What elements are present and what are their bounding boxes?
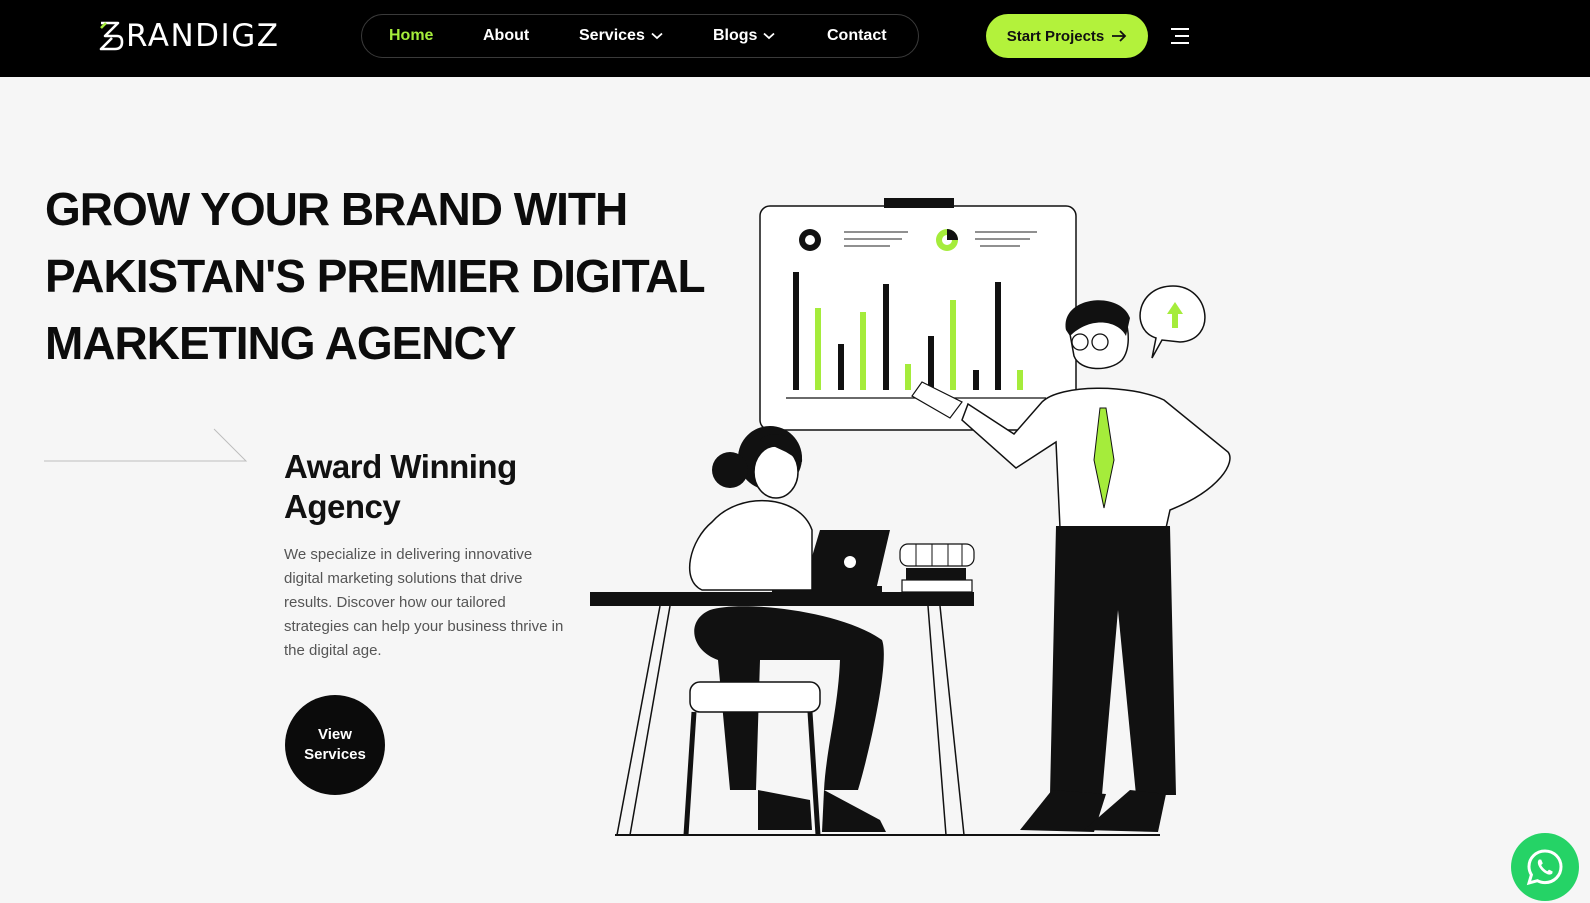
view-services-label-line-1: View [318,726,352,743]
nav-contact-label: Contact [827,27,887,44]
hero-illustration [590,198,1231,836]
start-projects-label: Start Projects [1006,27,1105,45]
nav-blogs-label: Blogs [713,27,758,44]
hamburger-menu-icon[interactable] [1170,27,1190,45]
brand-logo[interactable]: RANDIGZ [98,18,279,54]
nav-about-label: About [483,27,530,44]
award-heading-line-1: Award Winning [284,448,517,485]
speech-bubble-up-arrow-icon [1139,285,1206,359]
hero-description: We specialize in delivering innovative d… [284,546,564,659]
woman-at-laptop-illustration [683,426,886,836]
nav-about[interactable]: About [483,15,529,57]
award-heading-line-2: Agency [284,488,401,525]
chevron-down-icon [763,32,776,40]
main-nav: Home About Services Blogs Contact [361,14,919,58]
view-services-button[interactable]: View Services [285,695,385,795]
nav-contact[interactable]: Contact [827,15,887,57]
whatsapp-icon [1526,849,1563,886]
award-heading: Award Winning Agency [284,447,584,527]
arrow-right-icon [1112,30,1127,42]
nav-services-label: Services [579,27,645,44]
start-projects-button[interactable]: Start Projects [986,14,1148,58]
top-navigation-bar: RANDIGZ Home About Services Blogs Contac… [0,0,1590,77]
chevron-down-icon [651,32,663,40]
nav-blogs[interactable]: Blogs [713,15,776,57]
nav-home-label: Home [389,27,434,44]
view-services-label: View Services [304,725,366,765]
nav-home[interactable]: Home [389,15,433,57]
logo-mark-icon [99,21,124,51]
view-services-label-line-2: Services [304,746,366,763]
nav-services[interactable]: Services [579,15,663,57]
decorative-arrow-line [44,428,248,462]
whatsapp-chat-button[interactable] [1511,833,1579,901]
logo-wordmark: RANDIGZ [126,18,280,54]
